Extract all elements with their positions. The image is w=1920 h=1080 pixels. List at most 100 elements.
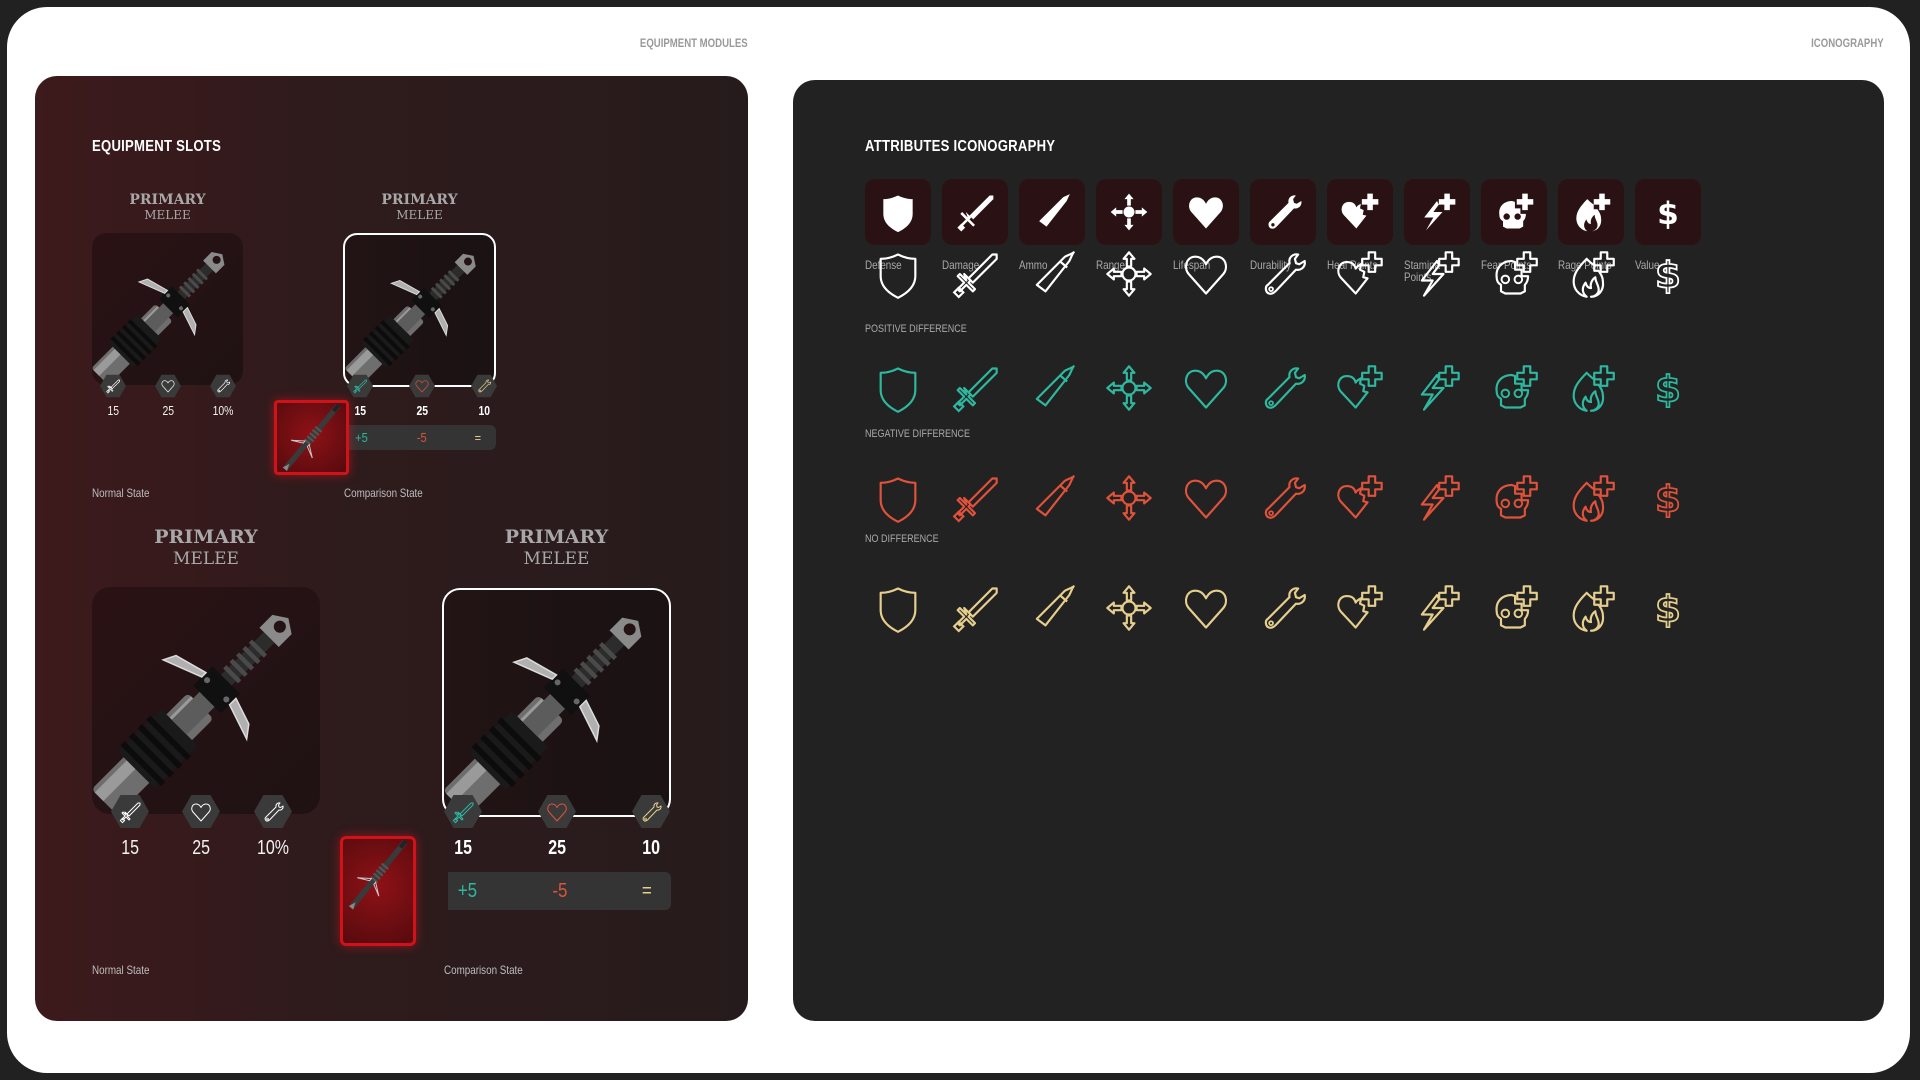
bullet-icon [1035,251,1075,293]
lightning-plus-icon [1424,193,1456,231]
icon-cell-stamina [1404,580,1470,636]
icon-cell-value: $ [1635,360,1701,416]
flame-plus-icon [1572,251,1615,298]
stats-small-normal: 15 25 10% [100,374,236,418]
stat-value: 25 [162,403,174,418]
stat-value: 25 [548,837,566,859]
dollar-icon: $ [1654,253,1681,298]
heart-icon [547,803,567,821]
wrench-icon [639,800,663,824]
svg-text:$: $ [1655,368,1681,411]
attribute-tile-box [1096,179,1162,245]
stat-hex [154,374,181,398]
icon-cell-stamina [1404,246,1470,302]
equipment-slots-heading: EQUIPMENT SLOTS [92,138,222,155]
heart-icon [160,378,176,394]
icon-cell-lifespan [1173,246,1239,302]
sword-icon [952,367,998,413]
row-label-none: NO DIFFERENCE [865,533,939,545]
row-label-positive: POSITIVE DIFFERENCE [865,323,967,335]
move-arrows-icon [1106,251,1152,297]
stat-sword: 15 [100,374,126,418]
stats-large-normal: 15 25 10% [111,794,293,860]
stat-hex [538,795,576,828]
equipment-slot-small-comparison[interactable] [343,233,496,387]
flame-plus-icon [1572,475,1615,522]
icon-cell-heal [1327,360,1393,416]
heart-icon [189,800,213,824]
wrench-icon [476,378,492,394]
icon-cell-range [1096,360,1162,416]
stat-hex [209,374,236,398]
slot-title: PRIMARY [154,526,258,548]
equipment-slot-large-normal[interactable] [92,587,320,814]
shield-icon [879,477,917,523]
icon-cell-fear [1481,470,1547,526]
icon-cell-defense [865,470,931,526]
stat-value: 25 [192,837,210,859]
icon-cell-defense [865,246,931,302]
section-label-iconography: ICONOGRAPHY [1811,36,1884,50]
icon-cell-lifespan [1173,470,1239,526]
wrench-icon [217,379,231,393]
stat-hex [253,795,292,828]
wrench-icon [215,378,231,394]
shield-icon [879,253,917,299]
skull-plus-icon [1495,585,1538,629]
shield-icon [883,195,913,233]
attributes-iconography-heading: ATTRIBUTES ICONOGRAPHY [865,138,1056,155]
stat-hex [100,374,126,398]
dollar-icon: $ [1657,196,1679,232]
stat-sword: 15 [444,794,482,860]
heart-plus-icon [1337,475,1383,519]
delta-neutral: = [642,879,653,902]
slot-title-small-normal: PRIMARY MELEE [92,193,243,221]
stat-wrench: 10% [253,794,293,860]
sword-icon [352,378,368,394]
wrench-icon [1264,477,1306,519]
caption-comparison-state: Comparison State [344,486,423,500]
shield-icon [879,587,917,633]
wrench-icon [261,800,285,824]
heart-icon [414,378,430,394]
wrench-icon [1268,195,1302,229]
icon-cell-range [1096,470,1162,526]
heart-icon [1184,369,1228,409]
stat-value: 15 [107,403,119,418]
heart-icon [545,800,569,824]
stat-hex [471,374,497,398]
wrench-icon [264,801,284,822]
lightning-plus-icon [1420,585,1460,631]
compare-item-thumbnail-small[interactable] [274,400,349,475]
slot-title-small-comparison: PRIMARY MELEE [343,193,496,221]
attribute-tile-box [942,179,1008,245]
wrench-icon [642,801,662,822]
lightning-plus-icon [1420,251,1460,297]
wrench-icon [1264,587,1306,629]
icon-cell-stamina [1404,360,1470,416]
icon-cell-fear [1481,360,1547,416]
skull-plus-icon [1495,475,1538,519]
skull-plus-icon [1499,193,1534,229]
icon-cell-rage [1558,246,1624,302]
heart-icon [415,380,429,393]
weapon-image [444,617,642,815]
stat-sword: 15 [347,374,373,418]
stat-wrench: 10 [471,374,497,418]
stat-hex [347,374,373,398]
equipment-slot-large-comparison[interactable] [442,588,671,817]
compare-item-thumbnail-large[interactable] [340,836,416,946]
stat-value: 15 [121,837,139,859]
attribute-tile-box: $ [1635,179,1701,245]
slot-title: PRIMARY [504,526,609,548]
heart-plus-icon [1337,365,1383,409]
wrench-icon [1264,367,1306,409]
stat-value: 10% [212,403,234,418]
stats-large-comparison: 15 25 10 [444,794,670,860]
icon-cell-ammo [1019,580,1085,636]
equipment-slot-small-normal[interactable] [92,233,243,385]
icon-cell-lifespan [1173,360,1239,416]
lightning-plus-icon [1420,365,1460,411]
flame-plus-icon [1576,193,1611,232]
icon-cell-durability [1250,246,1316,302]
